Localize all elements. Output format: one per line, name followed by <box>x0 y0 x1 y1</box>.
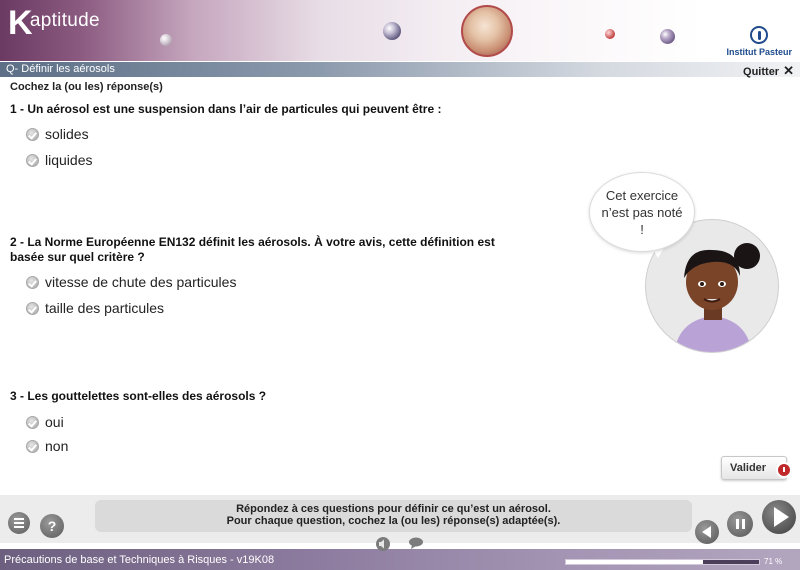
question-1: 1 - Un aérosol est une suspension dans l… <box>10 102 442 116</box>
option-taille[interactable]: taille des particules <box>26 300 164 316</box>
option-label: liquides <box>45 152 93 168</box>
notes-button[interactable] <box>8 512 30 534</box>
pause-icon <box>735 519 745 529</box>
progress-bar <box>565 559 760 565</box>
checkbox-icon[interactable] <box>26 275 39 289</box>
speech-bubble: Cet exercice n’est pas noté ! <box>589 172 695 252</box>
institut-pasteur-icon <box>750 26 769 44</box>
question-3: 3 - Les gouttelettes sont-elles des aéro… <box>10 389 267 403</box>
audio-icon[interactable] <box>375 536 391 552</box>
progress-fill <box>566 560 704 564</box>
option-label: oui <box>45 414 64 430</box>
option-oui[interactable]: oui <box>26 414 64 430</box>
quit-button[interactable]: Quitter ✕ <box>743 63 794 79</box>
pause-button[interactable] <box>727 511 753 537</box>
question-2: 2 - La Norme Européenne EN132 définit le… <box>10 235 495 264</box>
option-non[interactable]: non <box>26 438 68 454</box>
decorative-orb <box>605 29 615 39</box>
close-icon: ✕ <box>783 63 794 78</box>
checkbox-icon[interactable] <box>26 301 39 315</box>
partner-name: Institut Pasteur <box>726 47 792 57</box>
header-banner: Kaptitude Institut Pasteur <box>0 0 800 61</box>
next-icon <box>773 507 789 527</box>
checkbox-icon[interactable] <box>26 153 39 167</box>
instruction-message: Répondez à ces questions pour définir ce… <box>95 500 692 532</box>
page-title: Q- Définir les aérosols <box>6 63 115 75</box>
title-bar: Q- Définir les aérosols Quitter ✕ <box>0 62 800 79</box>
option-vitesse[interactable]: vitesse de chute des particules <box>26 274 236 290</box>
option-label: taille des particules <box>45 300 165 316</box>
decorative-orb <box>160 34 172 46</box>
kaptitude-logo: Kaptitude <box>8 6 100 40</box>
power-icon <box>776 462 792 478</box>
option-solides[interactable]: solides <box>26 126 89 142</box>
course-title: Précautions de base et Techniques à Risq… <box>4 554 275 566</box>
help-button[interactable]: ? <box>40 514 64 538</box>
checkbox-icon[interactable] <box>26 415 39 429</box>
microscope-image <box>461 5 513 57</box>
decorative-orb <box>660 29 675 44</box>
instruction-text: Cochez la (ou les) réponse(s) <box>10 81 163 93</box>
chat-icon[interactable] <box>408 537 424 549</box>
message-line-1: Répondez à ces questions pour définir ce… <box>236 503 551 515</box>
decorative-orb <box>383 22 401 40</box>
institut-pasteur-logo: Institut Pasteur <box>726 26 792 57</box>
previous-button[interactable] <box>695 520 719 544</box>
logo-text: aptitude <box>29 10 100 31</box>
previous-icon <box>701 526 711 538</box>
next-button[interactable] <box>762 500 796 534</box>
option-label: vitesse de chute des particules <box>45 274 237 290</box>
option-label: solides <box>45 126 89 142</box>
quit-label: Quitter <box>743 66 780 78</box>
validate-label: Valider <box>730 462 767 474</box>
message-line-2: Pour chaque question, cochez la (ou les)… <box>226 515 561 527</box>
progress-percent: 71 % <box>764 557 783 566</box>
option-label: non <box>45 438 69 454</box>
notes-icon <box>14 518 24 528</box>
option-liquides[interactable]: liquides <box>26 152 92 168</box>
checkbox-icon[interactable] <box>26 439 39 453</box>
checkbox-icon[interactable] <box>26 127 39 141</box>
help-icon: ? <box>47 518 57 534</box>
validate-button[interactable]: Valider <box>721 456 792 480</box>
